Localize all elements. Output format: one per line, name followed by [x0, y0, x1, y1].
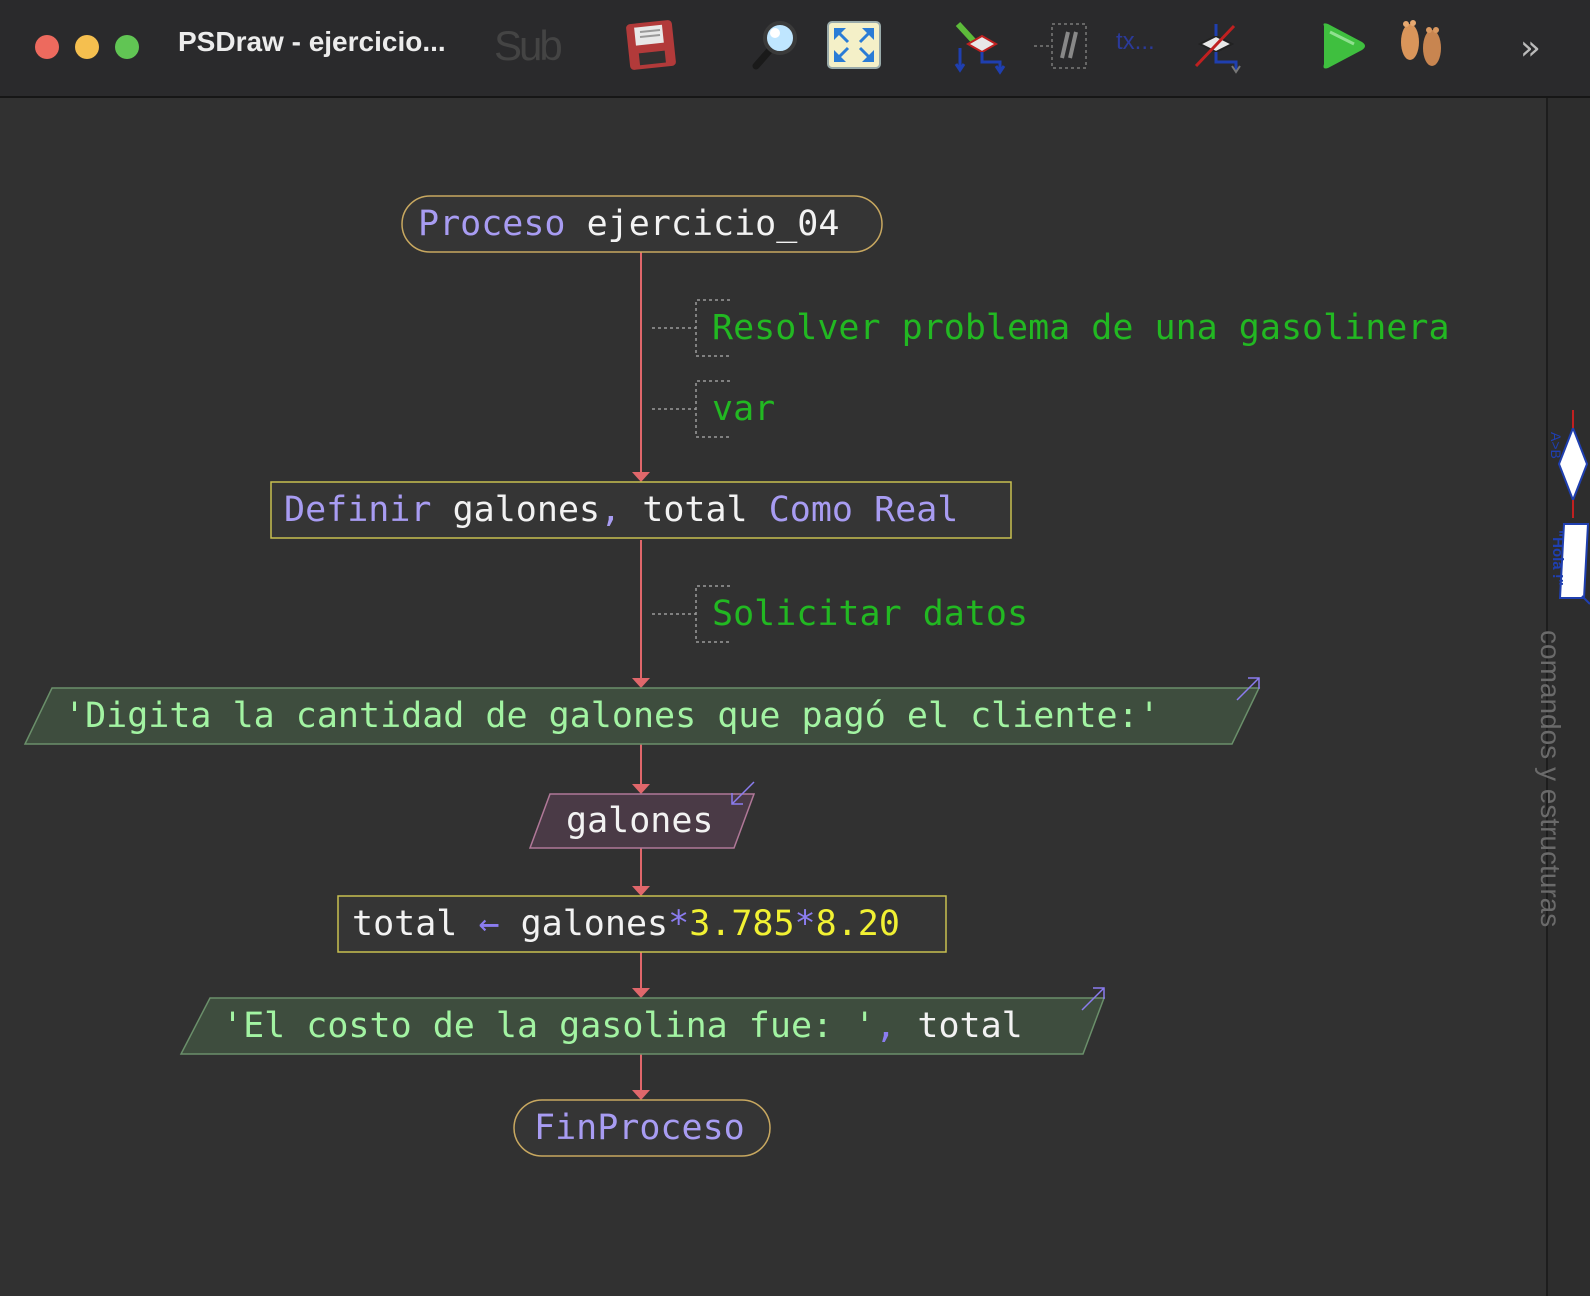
comment-resolver[interactable]: Resolver problema de una gasolinera [712, 308, 1450, 348]
keyword-definir: Definir [284, 490, 432, 530]
output-tab[interactable]: "Hola !" [1549, 530, 1566, 586]
define-statement[interactable]: Definir galones, total Como Real [284, 490, 958, 530]
condition-tab[interactable]: A>B [1548, 432, 1564, 459]
var-total: total [642, 490, 748, 530]
comment-solicitar[interactable]: Solicitar datos [712, 594, 1028, 634]
output-2-string: 'El costo de la gasolina fue: ' [222, 1006, 876, 1046]
assign-arrow: ← [478, 904, 500, 944]
keyword-proceso: Proceso [418, 204, 566, 244]
comment-var[interactable]: var [712, 389, 775, 429]
assign-target: total [352, 904, 458, 944]
type-real: Real [874, 490, 959, 530]
assign-op1: * [668, 904, 690, 944]
process-name: ejercicio_04 [586, 204, 840, 244]
input-var-galones[interactable]: galones [566, 801, 714, 841]
end-terminal-label[interactable]: FinProceso [534, 1108, 745, 1148]
assign-source: galones [520, 904, 669, 944]
output-2-var: total [917, 1006, 1023, 1046]
output-2-text[interactable]: 'El costo de la gasolina fue: ', total [222, 1006, 1023, 1046]
output-2-sep: , [875, 1006, 897, 1046]
start-terminal-label[interactable]: Proceso ejercicio_04 [418, 204, 839, 244]
assign-num2: 8.20 [815, 904, 900, 944]
var-galones: galones [452, 490, 601, 530]
assign-op2: * [794, 904, 816, 944]
keyword-como: Como [768, 490, 853, 530]
output-1-text[interactable]: 'Digita la cantidad de galones que pagó … [64, 696, 1160, 736]
assign-statement[interactable]: total ← galones*3.785*8.20 [352, 904, 900, 944]
assign-num1: 3.785 [689, 904, 795, 944]
flowchart-connectors [23, 195, 1261, 1157]
sidebar-label[interactable]: comandos y estructuras [1534, 630, 1566, 927]
define-sep: , [600, 490, 622, 530]
